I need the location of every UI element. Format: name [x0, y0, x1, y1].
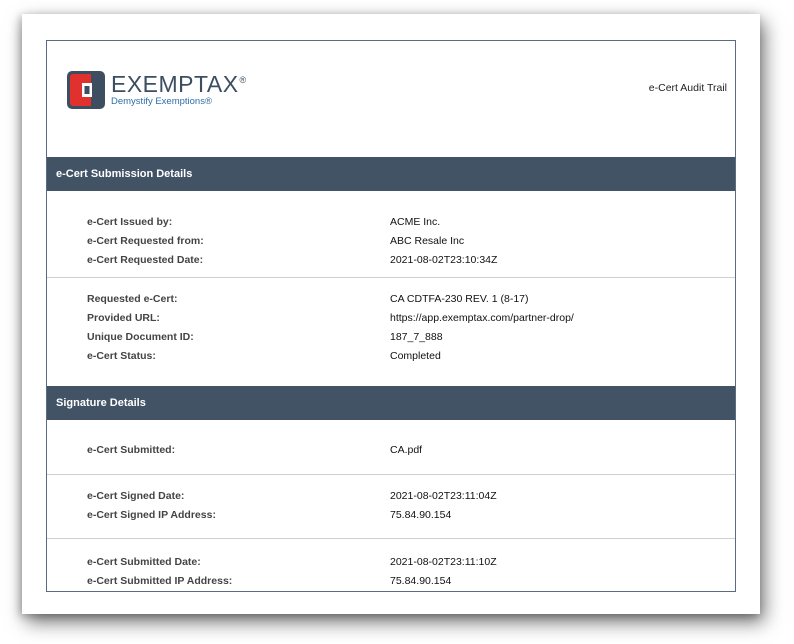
detail-row: e-Cert Requested from: ABC Resale Inc [47, 232, 735, 251]
field-value: CA.pdf [390, 444, 423, 456]
field-label: e-Cert Submitted: [87, 444, 176, 456]
brand-tagline: Demystify Exemptions® [111, 96, 212, 107]
detail-row: e-Cert Signed Date: 2021-08-02T23:11:04Z [47, 487, 735, 506]
field-value: 2021-08-02T23:11:10Z [390, 556, 497, 568]
detail-group: e-Cert Submitted Date: 2021-08-02T23:11:… [47, 539, 735, 591]
detail-group: e-Cert Signed Date: 2021-08-02T23:11:04Z… [47, 475, 735, 539]
document-header: EXEMPTAX ® Demystify Exemptions® e-Cert A… [47, 41, 735, 157]
field-label: e-Cert Status: [87, 350, 156, 362]
field-label: e-Cert Signed Date: [87, 490, 185, 502]
field-value: ABC Resale Inc [390, 235, 465, 247]
exemptax-logo-icon [67, 71, 105, 109]
field-label: e-Cert Issued by: [87, 216, 173, 228]
field-value: 2021-08-02T23:10:34Z [390, 254, 498, 266]
section-header-signature: Signature Details [47, 386, 735, 420]
section-header-submission: e-Cert Submission Details [47, 157, 735, 191]
field-label: Unique Document ID: [87, 331, 194, 343]
detail-row: e-Cert Submitted IP Address: 75.84.90.15… [47, 572, 735, 591]
field-value: Completed [390, 350, 441, 362]
field-value: 75.84.90.154 [390, 575, 452, 587]
detail-row: e-Cert Signed IP Address: 75.84.90.154 [47, 506, 735, 525]
field-label: e-Cert Requested Date: [87, 254, 204, 266]
exemptax-logo: EXEMPTAX ® Demystify Exemptions® [67, 71, 246, 109]
field-label: e-Cert Requested from: [87, 235, 204, 247]
audit-trail-card: EXEMPTAX ® Demystify Exemptions® e-Cert A… [46, 40, 736, 592]
detail-row: e-Cert Submitted Date: 2021-08-02T23:11:… [47, 553, 735, 572]
field-value: CA CDTFA-230 REV. 1 (8-17) [390, 293, 529, 305]
field-label: Provided URL: [87, 312, 160, 324]
detail-group: e-Cert Issued by: ACME Inc. e-Cert Reque… [47, 191, 735, 278]
detail-row: Unique Document ID: 187_7_888 [47, 328, 735, 347]
field-label: e-Cert Submitted IP Address: [87, 575, 233, 587]
field-value: ACME Inc. [390, 216, 441, 228]
field-value: 187_7_888 [390, 331, 443, 343]
detail-row: e-Cert Status: Completed [47, 347, 735, 366]
detail-row: e-Cert Submitted: CA.pdf [47, 441, 735, 460]
detail-row: Requested e-Cert: CA CDTFA-230 REV. 1 (8… [47, 290, 735, 309]
field-label: e-Cert Signed IP Address: [87, 509, 216, 521]
field-value: 2021-08-02T23:11:04Z [390, 490, 497, 502]
detail-row: e-Cert Requested Date: 2021-08-02T23:10:… [47, 251, 735, 270]
field-label: e-Cert Submitted Date: [87, 556, 201, 568]
field-label: Requested e-Cert: [87, 293, 178, 305]
registered-mark: ® [239, 75, 247, 85]
field-value: https://app.exemptax.com/partner-drop/ [390, 312, 574, 324]
field-value: 75.84.90.154 [390, 509, 452, 521]
brand-name: EXEMPTAX [111, 71, 239, 97]
detail-row: e-Cert Issued by: ACME Inc. [47, 213, 735, 232]
detail-group: e-Cert Submitted: CA.pdf [47, 420, 735, 475]
detail-row: Provided URL: https://app.exemptax.com/p… [47, 309, 735, 328]
document-page: EXEMPTAX ® Demystify Exemptions® e-Cert A… [22, 14, 760, 614]
document-title: e-Cert Audit Trail [648, 82, 727, 94]
detail-group: Requested e-Cert: CA CDTFA-230 REV. 1 (8… [47, 278, 735, 386]
